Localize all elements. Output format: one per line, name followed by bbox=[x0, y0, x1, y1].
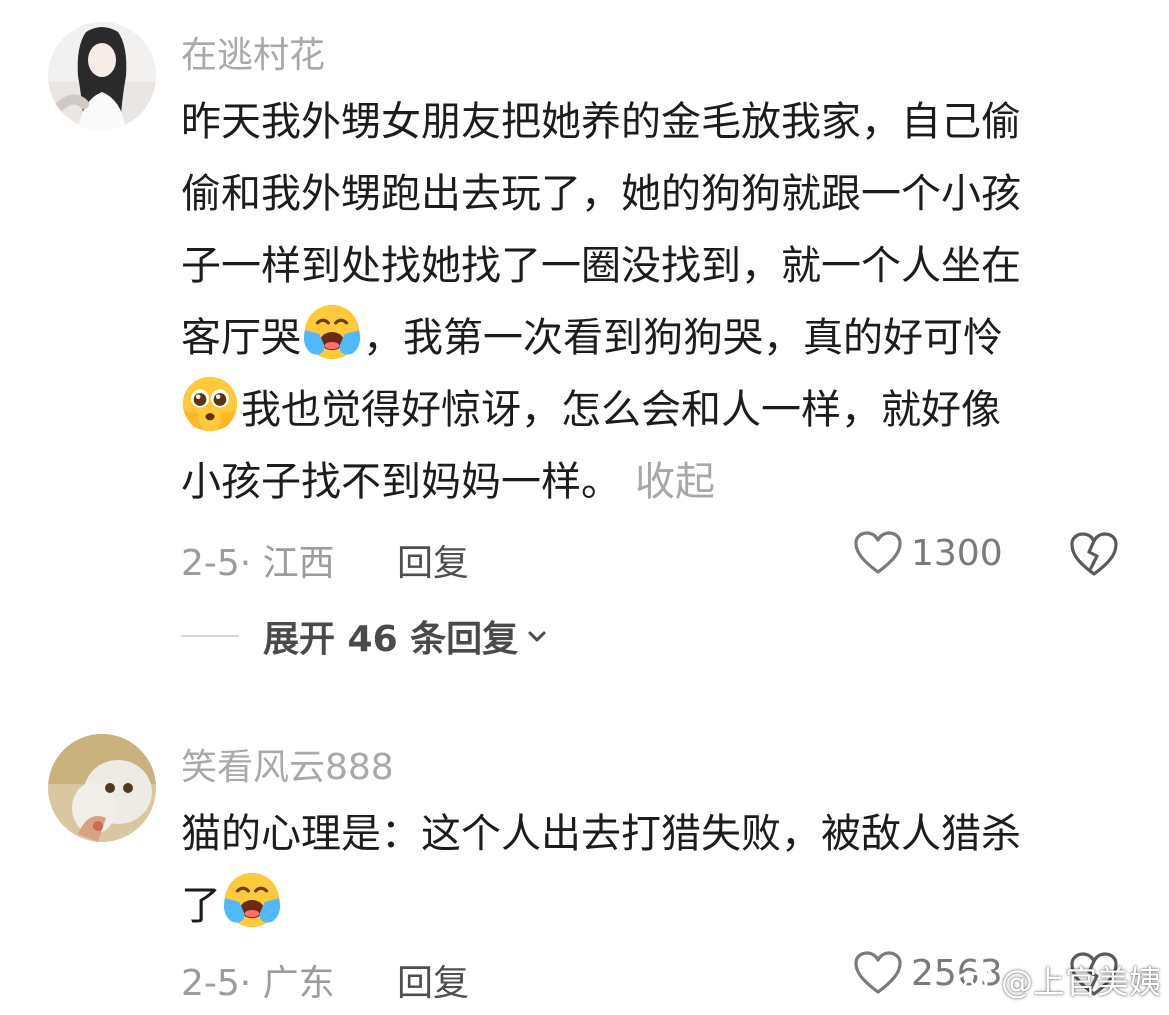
comment-meta: 2-5· 江西 回复 1300 bbox=[181, 531, 1131, 586]
comment-text-segment: ，我第一次看到狗狗哭，真的好可怜 bbox=[363, 315, 1003, 361]
comment-line: 昨天我外甥女朋友把她养的金毛放我家，自己偷 bbox=[181, 99, 1021, 145]
comment-text-segment: 我也觉得好惊讶，怎么会和人一样，就好像 bbox=[241, 387, 1001, 433]
comment-line: 我也觉得好惊讶，怎么会和人一样，就好像 bbox=[181, 374, 1121, 446]
like-count: 1300 bbox=[911, 532, 1003, 574]
divider-line bbox=[181, 635, 239, 637]
comment-line: 客厅哭 ，我第一次看到狗狗哭，真的好可怜 bbox=[181, 302, 1121, 374]
comment-text: 猫的心理是：这个人出去打猎失败，被敌人猎杀 了 bbox=[181, 798, 1121, 942]
comment-text-segment: 了 bbox=[181, 883, 221, 929]
comment-line: 了 bbox=[181, 870, 1121, 942]
avatar-image bbox=[48, 734, 156, 842]
reply-button[interactable]: 回复 bbox=[397, 954, 469, 1006]
loudly-crying-face-emoji bbox=[223, 871, 281, 929]
comment-line: 小孩子找不到妈妈一样。 收起 bbox=[181, 446, 1121, 518]
reply-button[interactable]: 回复 bbox=[397, 534, 469, 586]
watermark-text: @上官美姨 bbox=[1000, 963, 1161, 1001]
comment-line: 偷和我外甥跑出去玩了，她的狗狗就跟一个小孩 bbox=[181, 171, 1021, 217]
comment-text: 昨天我外甥女朋友把她养的金毛放我家，自己偷 偷和我外甥跑出去玩了，她的狗狗就跟一… bbox=[181, 86, 1121, 518]
expand-replies-label: 展开 46 条回复 bbox=[263, 619, 519, 660]
avatar[interactable] bbox=[48, 22, 156, 130]
time-location: 2-5· 江西 bbox=[181, 543, 335, 584]
username[interactable]: 在逃村花 bbox=[181, 26, 325, 78]
collapse-link[interactable]: 收起 bbox=[635, 459, 715, 505]
chevron-down-icon bbox=[528, 631, 546, 642]
expand-replies-button[interactable]: 展开 46 条回复 bbox=[263, 610, 550, 662]
comment-line: 子一样到处找她找了一圈没找到，就一个人坐在 bbox=[181, 243, 1021, 289]
broken-heart-icon[interactable] bbox=[1069, 530, 1119, 578]
time-location: 2-5· 广东 bbox=[181, 963, 335, 1004]
loudly-crying-face-emoji bbox=[303, 303, 361, 361]
avatar[interactable] bbox=[48, 734, 156, 842]
pleading-face-emoji bbox=[182, 376, 238, 432]
expand-replies-row: 展开 46 条回复 bbox=[181, 612, 550, 660]
comment-text-segment: 客厅哭 bbox=[181, 315, 301, 361]
comment-line: 猫的心理是：这个人出去打猎失败，被敌人猎杀 bbox=[181, 811, 1021, 857]
heart-outline-icon bbox=[854, 951, 902, 994]
heart-outline-icon bbox=[854, 531, 902, 574]
avatar-image bbox=[48, 22, 156, 130]
watermark: @上官美姨 bbox=[953, 957, 1161, 1003]
like-button[interactable]: 1300 bbox=[853, 530, 1003, 576]
weibo-logo-icon bbox=[954, 966, 994, 997]
comment-text-segment: 小孩子找不到妈妈一样。 bbox=[181, 459, 621, 505]
username[interactable]: 笑看风云888 bbox=[181, 738, 394, 790]
